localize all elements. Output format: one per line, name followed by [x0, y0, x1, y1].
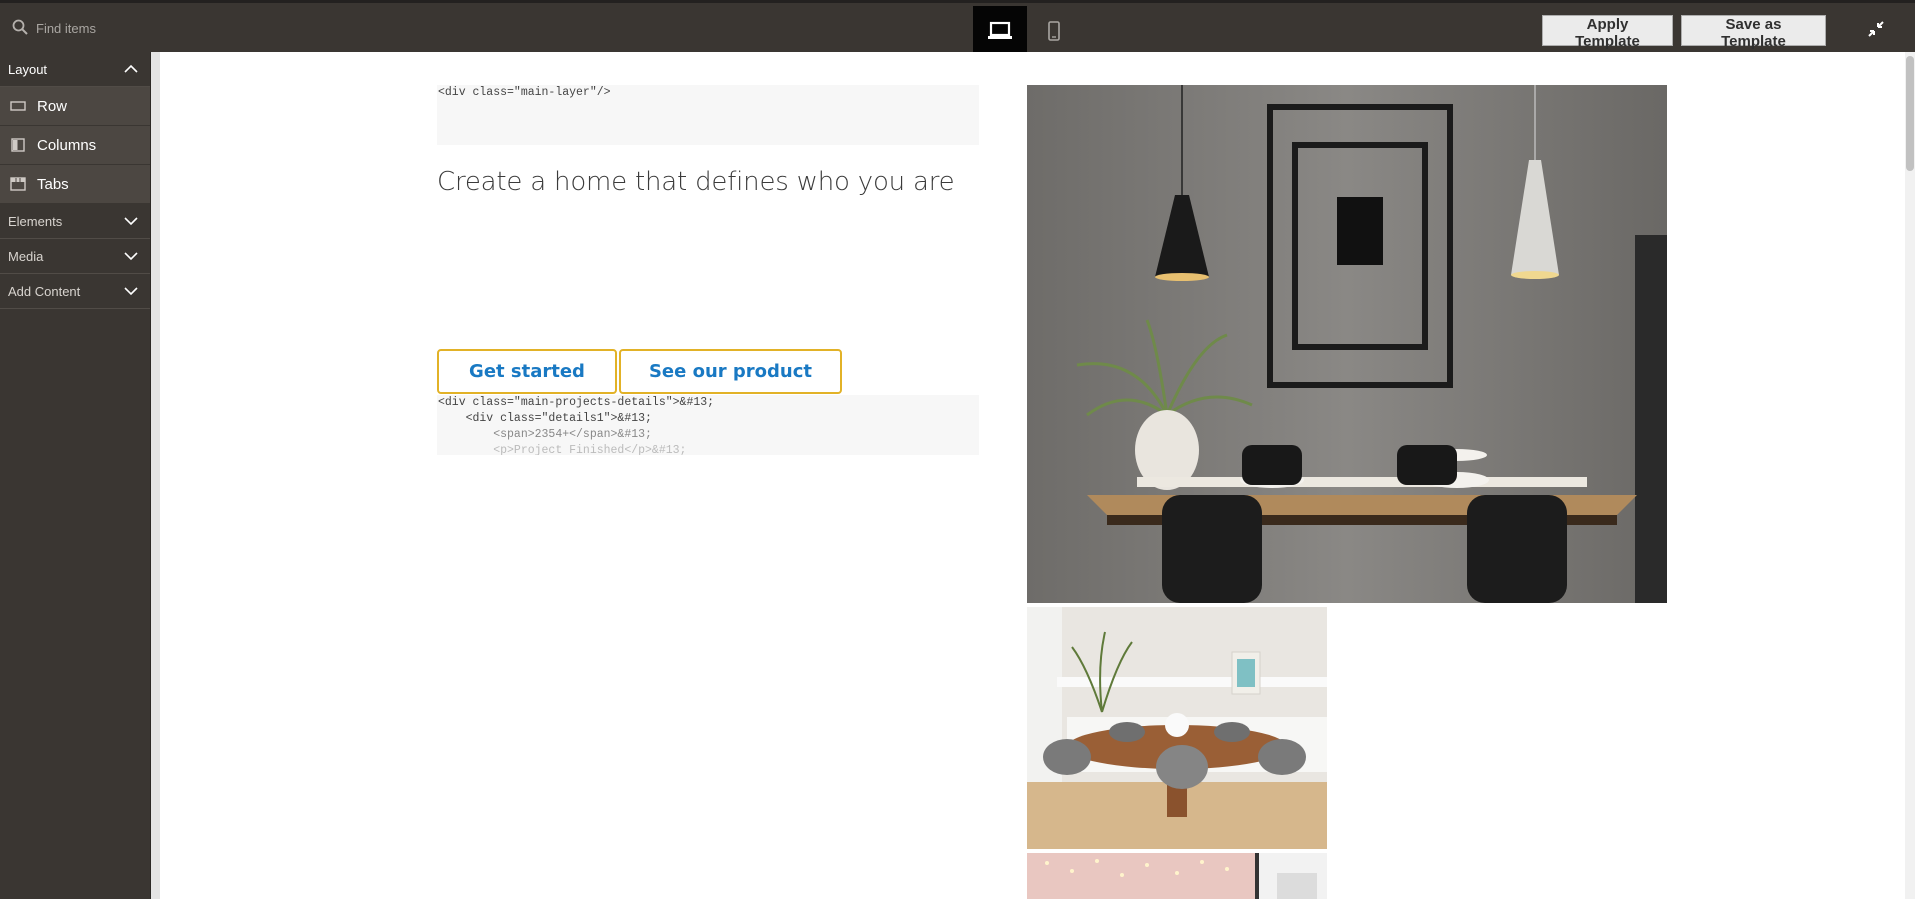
chevron-down-icon	[124, 217, 138, 226]
page-canvas: <div class="main-layer"/> Create a home …	[160, 52, 1905, 899]
section-label: Layout	[8, 61, 48, 77]
html-code-block[interactable]: <div class="main-layer"/>	[437, 85, 979, 145]
search-input[interactable]	[30, 14, 157, 42]
mobile-view-button[interactable]	[1027, 6, 1081, 55]
get-started-button[interactable]: Get started	[437, 349, 617, 394]
section-label: Media	[8, 248, 44, 264]
collapse-icon	[1868, 21, 1884, 37]
vertical-scrollbar[interactable]	[1905, 52, 1915, 899]
mobile-icon	[1048, 20, 1060, 41]
see-our-product-button[interactable]: See our product	[619, 349, 842, 394]
code-line: <p>Project Finished</p>&#13;	[438, 444, 687, 455]
search-box[interactable]	[0, 6, 157, 50]
section-label: Elements	[8, 213, 63, 229]
desktop-view-button[interactable]	[973, 6, 1027, 55]
tabs-icon	[10, 177, 26, 191]
search-icon	[12, 19, 28, 35]
sidebar-item-row[interactable]: Row	[0, 87, 150, 126]
code-line: <div class="details1">&#13;	[438, 412, 652, 425]
sidebar-item-columns[interactable]: Columns	[0, 126, 150, 165]
pink-room-image[interactable]	[1027, 853, 1327, 899]
section-media[interactable]: Media	[0, 239, 150, 274]
bright-dining-image[interactable]	[1027, 607, 1327, 849]
fullscreen-toggle[interactable]	[1866, 19, 1886, 39]
sidebar-item-label: Tabs	[37, 175, 69, 193]
sidebar-item-label: Columns	[37, 136, 97, 154]
section-label: Add Content	[8, 283, 81, 299]
html-code-block[interactable]: <div class="main-projects-details">&#13;…	[437, 395, 979, 455]
chevron-down-icon	[124, 252, 138, 261]
dining-room-image[interactable]	[1027, 85, 1667, 603]
code-line: <span>2354+</span>&#13;	[438, 428, 652, 441]
row-icon	[10, 99, 26, 113]
scrollbar-thumb[interactable]	[1906, 56, 1914, 171]
section-add-content[interactable]: Add Content	[0, 274, 150, 309]
sidebar-item-tabs[interactable]: Tabs	[0, 165, 150, 204]
editor-stage: <div class="main-layer"/> Create a home …	[151, 52, 1915, 899]
section-elements[interactable]: Elements	[0, 204, 150, 239]
sidebar-item-label: Row	[37, 97, 68, 115]
page-headline[interactable]: Create a home that defines who you are	[437, 167, 955, 197]
element-panel: Layout Row Columns Tabs Elements Media A…	[0, 52, 151, 899]
columns-icon	[10, 138, 26, 152]
chevron-up-icon	[124, 64, 138, 73]
laptop-icon	[988, 21, 1012, 39]
top-toolbar: Apply Template Save as Template	[0, 0, 1915, 55]
chevron-down-icon	[124, 287, 138, 296]
section-layout[interactable]: Layout	[0, 52, 150, 87]
apply-template-button[interactable]: Apply Template	[1542, 15, 1673, 50]
code-line: <div class="main-projects-details">&#13;	[438, 396, 715, 409]
save-as-template-button[interactable]: Save as Template	[1681, 15, 1826, 50]
